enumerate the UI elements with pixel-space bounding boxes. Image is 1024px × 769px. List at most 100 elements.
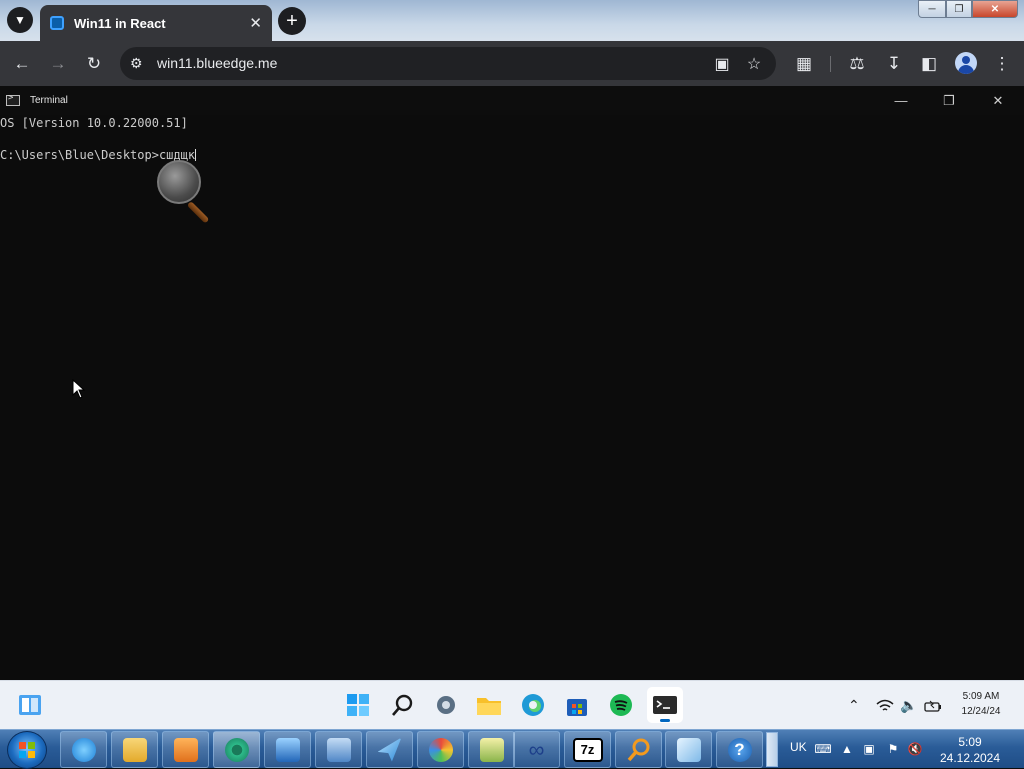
volume-icon[interactable]: 🔈 — [900, 681, 917, 730]
install-app-icon[interactable]: ▣ — [709, 47, 735, 80]
win7-clock[interactable]: 5:09 24.12.2024 — [928, 734, 1012, 766]
magnifier-icon[interactable] — [157, 160, 217, 230]
windows-logo-icon — [347, 694, 369, 716]
win11-clock-date: 12/24/24 — [961, 706, 1001, 717]
widgets-icon — [19, 695, 41, 715]
help-question-icon: ? — [727, 737, 752, 762]
taskbar-scroll-button[interactable] — [766, 732, 778, 767]
labs-flask-icon[interactable]: ⚖ — [842, 41, 872, 86]
host-maximize-button[interactable]: ❐ — [946, 0, 972, 18]
palette-icon — [428, 737, 453, 762]
network-computers-icon — [326, 737, 351, 762]
download-icon[interactable]: ↧ — [879, 41, 909, 86]
extensions-puzzle-icon[interactable]: ▦ — [789, 41, 819, 86]
search-icon — [627, 738, 649, 761]
search-button[interactable] — [385, 687, 421, 723]
keyboard-icon[interactable]: ⌨ — [814, 742, 831, 756]
spotify-button[interactable] — [603, 687, 639, 723]
messenger-button[interactable] — [366, 731, 413, 768]
windows-explorer-button[interactable] — [111, 731, 158, 768]
host-close-button[interactable]: ✕ — [972, 0, 1018, 18]
folder-icon — [122, 737, 147, 762]
folder-icon — [477, 698, 501, 715]
bookmark-star-icon[interactable]: ☆ — [741, 47, 767, 80]
address-bar[interactable]: ⚙ win11.blueedge.me ▣ ☆ — [120, 47, 776, 80]
terminal-minimize-button[interactable]: — — [878, 86, 924, 115]
volume-muted-icon[interactable]: 🔇 — [908, 742, 923, 756]
search-icon — [392, 694, 413, 716]
7zip-button[interactable]: 7z — [564, 731, 611, 768]
paper-plane-icon — [377, 737, 402, 762]
terminal-app-icon — [6, 93, 20, 106]
gear-icon — [437, 696, 455, 714]
file-explorer-button[interactable] — [471, 687, 507, 723]
magnifier-handle — [186, 201, 210, 224]
toolbar-divider — [830, 56, 831, 72]
browser-app-icon — [224, 737, 249, 762]
settings-app-button[interactable] — [428, 687, 464, 723]
profile-avatar-icon[interactable] — [955, 52, 977, 74]
chevron-up-icon[interactable]: ⌃ — [848, 681, 860, 730]
site-favicon-icon — [50, 16, 64, 30]
notes-app-button[interactable] — [665, 731, 712, 768]
win7-start-orb[interactable] — [7, 731, 47, 769]
spotify-icon — [610, 694, 632, 716]
more-menu-icon[interactable]: ⋮ — [987, 41, 1017, 86]
infinity-icon: ∞ — [528, 736, 545, 762]
paint-button[interactable] — [417, 731, 464, 768]
url-text: win11.blueedge.me — [157, 55, 278, 71]
win11-clock[interactable]: 5:09 AM 12/24/24 — [945, 689, 1017, 719]
site-settings-icon[interactable]: ⚙ — [130, 47, 143, 80]
action-center-flag-icon[interactable]: ⚑ — [886, 742, 900, 756]
host-minimize-button[interactable]: ─ — [918, 0, 946, 18]
back-arrow-icon[interactable]: ← — [7, 41, 37, 86]
show-hidden-icons-icon[interactable]: ▲ — [840, 742, 854, 756]
browser-tab[interactable]: Win11 in React ✕ — [40, 5, 272, 41]
chrome-browser-button[interactable] — [213, 731, 260, 768]
win7-clock-date: 24.12.2024 — [939, 751, 1001, 765]
tab-search-button[interactable]: ▼ — [7, 7, 33, 33]
network-tray-icon[interactable]: ▣ — [862, 742, 876, 756]
remote-desktop-button[interactable] — [264, 731, 311, 768]
win7-taskbar: ∞ 7z ? UK ⌨ ▲ ▣ ⚑ 🔇 5:09 24.12.2024 — [0, 729, 1024, 769]
win11-taskbar: ⌃ 🔈 5:09 AM 12/24/24 — [0, 680, 1024, 729]
tab-title: Win11 in React — [74, 15, 166, 31]
edge-browser-button[interactable] — [515, 687, 551, 723]
terminal-version-line: OS [Version 10.0.22000.51] — [0, 116, 188, 130]
reload-icon[interactable]: ↻ — [79, 41, 109, 86]
notes-icon — [676, 737, 701, 762]
close-icon[interactable]: ✕ — [249, 14, 262, 32]
media-player-button[interactable] — [162, 731, 209, 768]
browser-toolbar: ← → ↻ ⚙ win11.blueedge.me ▣ ☆ ▦ ⚖ ↧ ◧ ⋮ — [0, 41, 1024, 86]
internet-explorer-button[interactable] — [60, 731, 107, 768]
terminal-title: Terminal — [30, 95, 68, 106]
search-app-button[interactable] — [615, 731, 662, 768]
win11-clock-time: 5:09 AM — [962, 691, 1000, 702]
magnifier-lens — [157, 160, 201, 204]
plus-icon: + — [286, 9, 298, 32]
terminal-taskbar-button[interactable] — [647, 687, 683, 723]
battery-icon[interactable] — [924, 681, 942, 730]
terminal-maximize-button[interactable]: ❐ — [926, 86, 972, 115]
win7-clock-time: 5:09 — [958, 735, 982, 749]
start-button[interactable] — [340, 687, 376, 723]
forward-arrow-icon[interactable]: → — [43, 41, 73, 86]
notepad-button[interactable] — [468, 731, 515, 768]
new-tab-button[interactable]: + — [278, 7, 306, 35]
language-indicator[interactable]: UK — [790, 740, 807, 754]
infinity-app-button[interactable]: ∞ — [513, 731, 560, 768]
notepad-icon — [479, 737, 504, 762]
win7-notification-area: UK ⌨ ▲ ▣ ⚑ 🔇 5:09 24.12.2024 — [778, 730, 1024, 769]
terminal-titlebar: Terminal — ❐ ✕ — [0, 86, 1024, 115]
store-button[interactable] — [559, 687, 595, 723]
widgets-button[interactable] — [12, 687, 48, 723]
monitor-icon — [275, 737, 300, 762]
terminal-console[interactable]: OS [Version 10.0.22000.51] C:\Users\Blue… — [0, 115, 1024, 680]
internet-explorer-icon — [71, 737, 96, 762]
7zip-icon: 7z — [572, 737, 603, 762]
network-button[interactable] — [315, 731, 362, 768]
side-panel-icon[interactable]: ◧ — [914, 41, 944, 86]
terminal-close-button[interactable]: ✕ — [975, 86, 1021, 115]
help-button[interactable]: ? — [716, 731, 763, 768]
wifi-icon[interactable] — [876, 681, 894, 730]
